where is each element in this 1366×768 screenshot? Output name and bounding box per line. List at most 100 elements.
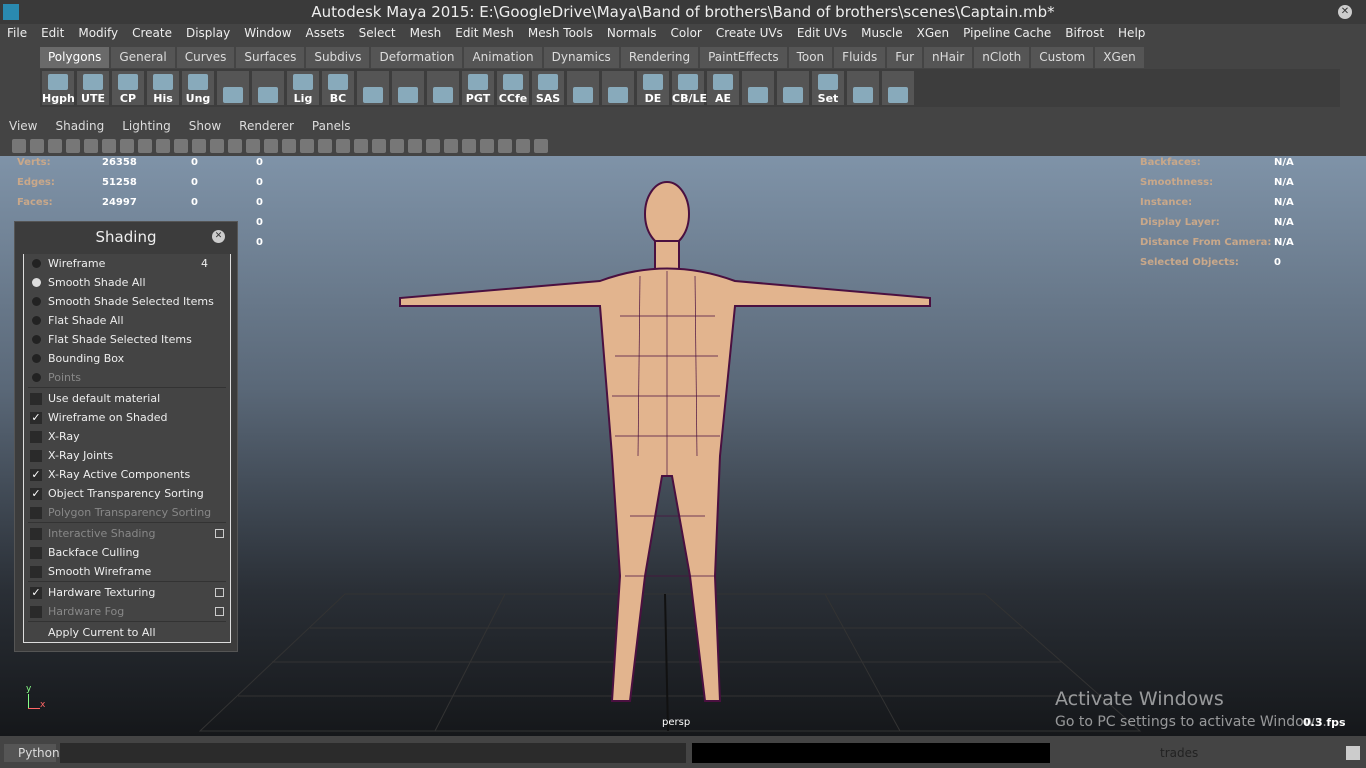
radio-button[interactable] xyxy=(32,354,41,363)
tab-custom[interactable]: Custom xyxy=(1031,47,1094,68)
panel-tool-icon[interactable] xyxy=(408,139,422,153)
menu-edit-uvs[interactable]: Edit UVs xyxy=(790,24,854,43)
panel-tool-icon[interactable] xyxy=(498,139,512,153)
shelf-button[interactable] xyxy=(847,71,879,105)
panel-tool-icon[interactable] xyxy=(516,139,530,153)
checkbox[interactable]: ✓ xyxy=(30,488,42,500)
tab-deformation[interactable]: Deformation xyxy=(371,47,463,68)
option-box-icon[interactable] xyxy=(215,529,224,538)
checkbox-interactive-shading[interactable]: Interactive Shading xyxy=(24,524,230,543)
checkbox[interactable] xyxy=(30,528,42,540)
panel-tool-icon[interactable] xyxy=(12,139,26,153)
menu-muscle[interactable]: Muscle xyxy=(854,24,910,43)
panel-tool-icon[interactable] xyxy=(318,139,332,153)
checkbox-hardware-fog[interactable]: Hardware Fog xyxy=(24,602,230,621)
menu-file[interactable]: File xyxy=(0,24,34,43)
menu-help[interactable]: Help xyxy=(1111,24,1152,43)
panel-tool-icon[interactable] xyxy=(336,139,350,153)
close-icon[interactable]: ✕ xyxy=(212,230,225,243)
menu-edit-mesh[interactable]: Edit Mesh xyxy=(448,24,521,43)
menu-select[interactable]: Select xyxy=(352,24,403,43)
shelf-button[interactable] xyxy=(602,71,634,105)
radio-flat-shade-all[interactable]: Flat Shade All xyxy=(24,311,230,330)
tab-toon[interactable]: Toon xyxy=(788,47,833,68)
menu-modify[interactable]: Modify xyxy=(71,24,125,43)
tab-fur[interactable]: Fur xyxy=(887,47,923,68)
checkbox-use-default-material[interactable]: Use default material xyxy=(24,389,230,408)
panel-tool-icon[interactable] xyxy=(48,139,62,153)
menu-create[interactable]: Create xyxy=(125,24,179,43)
shelf-button[interactable] xyxy=(882,71,914,105)
panel-tool-icon[interactable] xyxy=(210,139,224,153)
checkbox-backface-culling[interactable]: Backface Culling xyxy=(24,543,230,562)
panel-tool-icon[interactable] xyxy=(228,139,242,153)
checkbox[interactable] xyxy=(30,393,42,405)
checkbox[interactable] xyxy=(30,566,42,578)
tab-polygons[interactable]: Polygons xyxy=(40,47,110,68)
tab-xgen[interactable]: XGen xyxy=(1095,47,1144,68)
panel-menu-lighting[interactable]: Lighting xyxy=(113,117,180,135)
radio-button[interactable] xyxy=(32,316,41,325)
shelf-button[interactable]: Lig xyxy=(287,71,319,105)
checkbox-wireframe-on-shaded[interactable]: ✓ Wireframe on Shaded xyxy=(24,408,230,427)
checkbox-hardware-texturing[interactable]: ✓ Hardware Texturing xyxy=(24,583,230,602)
panel-tool-icon[interactable] xyxy=(192,139,206,153)
tab-dynamics[interactable]: Dynamics xyxy=(543,47,619,68)
panel-tool-icon[interactable] xyxy=(138,139,152,153)
menu-mesh-tools[interactable]: Mesh Tools xyxy=(521,24,600,43)
panel-menu-panels[interactable]: Panels xyxy=(303,117,360,135)
shelf-button[interactable]: AE xyxy=(707,71,739,105)
apply-current-to-all-button[interactable]: Apply Current to All xyxy=(24,623,230,642)
checkbox-x-ray[interactable]: X-Ray xyxy=(24,427,230,446)
menu-edit[interactable]: Edit xyxy=(34,24,71,43)
shelf-button[interactable]: His xyxy=(147,71,179,105)
panel-tool-icon[interactable] xyxy=(426,139,440,153)
panel-menu-show[interactable]: Show xyxy=(180,117,230,135)
menu-window[interactable]: Window xyxy=(237,24,298,43)
menu-assets[interactable]: Assets xyxy=(299,24,352,43)
script-editor-icon[interactable] xyxy=(1346,746,1360,760)
panel-tool-icon[interactable] xyxy=(390,139,404,153)
option-box-icon[interactable] xyxy=(215,607,224,616)
radio-button[interactable] xyxy=(32,297,41,306)
tab-painteffects[interactable]: PaintEffects xyxy=(700,47,787,68)
command-input[interactable] xyxy=(60,743,686,763)
panel-tool-icon[interactable] xyxy=(282,139,296,153)
option-box-icon[interactable] xyxy=(215,588,224,597)
menu-display[interactable]: Display xyxy=(179,24,237,43)
checkbox[interactable] xyxy=(30,507,42,519)
checkbox-x-ray-active-components[interactable]: ✓ X-Ray Active Components xyxy=(24,465,230,484)
panel-tool-icon[interactable] xyxy=(246,139,260,153)
radio-flat-shade-selected-items[interactable]: Flat Shade Selected Items xyxy=(24,330,230,349)
radio-points[interactable]: Points xyxy=(24,368,230,387)
panel-tool-icon[interactable] xyxy=(354,139,368,153)
checkbox[interactable] xyxy=(30,450,42,462)
menu-xgen[interactable]: XGen xyxy=(910,24,957,43)
checkbox[interactable]: ✓ xyxy=(30,412,42,424)
radio-button[interactable] xyxy=(32,373,41,382)
shelf-button[interactable]: UTE xyxy=(77,71,109,105)
checkbox-object-transparency-sorting[interactable]: ✓ Object Transparency Sorting xyxy=(24,484,230,503)
tab-ncloth[interactable]: nCloth xyxy=(974,47,1030,68)
panel-tool-icon[interactable] xyxy=(174,139,188,153)
radio-wireframe[interactable]: Wireframe 4 xyxy=(24,254,230,273)
radio-smooth-shade-selected-items[interactable]: Smooth Shade Selected Items xyxy=(24,292,230,311)
menu-mesh[interactable]: Mesh xyxy=(403,24,449,43)
panel-menu-shading[interactable]: Shading xyxy=(46,117,113,135)
panel-tool-icon[interactable] xyxy=(444,139,458,153)
taskbar-tab[interactable]: trades xyxy=(1160,746,1198,760)
panel-tool-icon[interactable] xyxy=(66,139,80,153)
panel-tool-icon[interactable] xyxy=(300,139,314,153)
menu-bifrost[interactable]: Bifrost xyxy=(1058,24,1111,43)
checkbox[interactable] xyxy=(30,431,42,443)
checkbox-smooth-wireframe[interactable]: Smooth Wireframe xyxy=(24,562,230,581)
close-window-button[interactable]: ✕ xyxy=(1338,5,1352,19)
menu-create-uvs[interactable]: Create UVs xyxy=(709,24,790,43)
checkbox-x-ray-joints[interactable]: X-Ray Joints xyxy=(24,446,230,465)
panel-tool-icon[interactable] xyxy=(156,139,170,153)
panel-tool-icon[interactable] xyxy=(120,139,134,153)
shelf-button[interactable] xyxy=(742,71,774,105)
panel-tool-icon[interactable] xyxy=(84,139,98,153)
tab-surfaces[interactable]: Surfaces xyxy=(236,47,305,68)
menu-normals[interactable]: Normals xyxy=(600,24,664,43)
